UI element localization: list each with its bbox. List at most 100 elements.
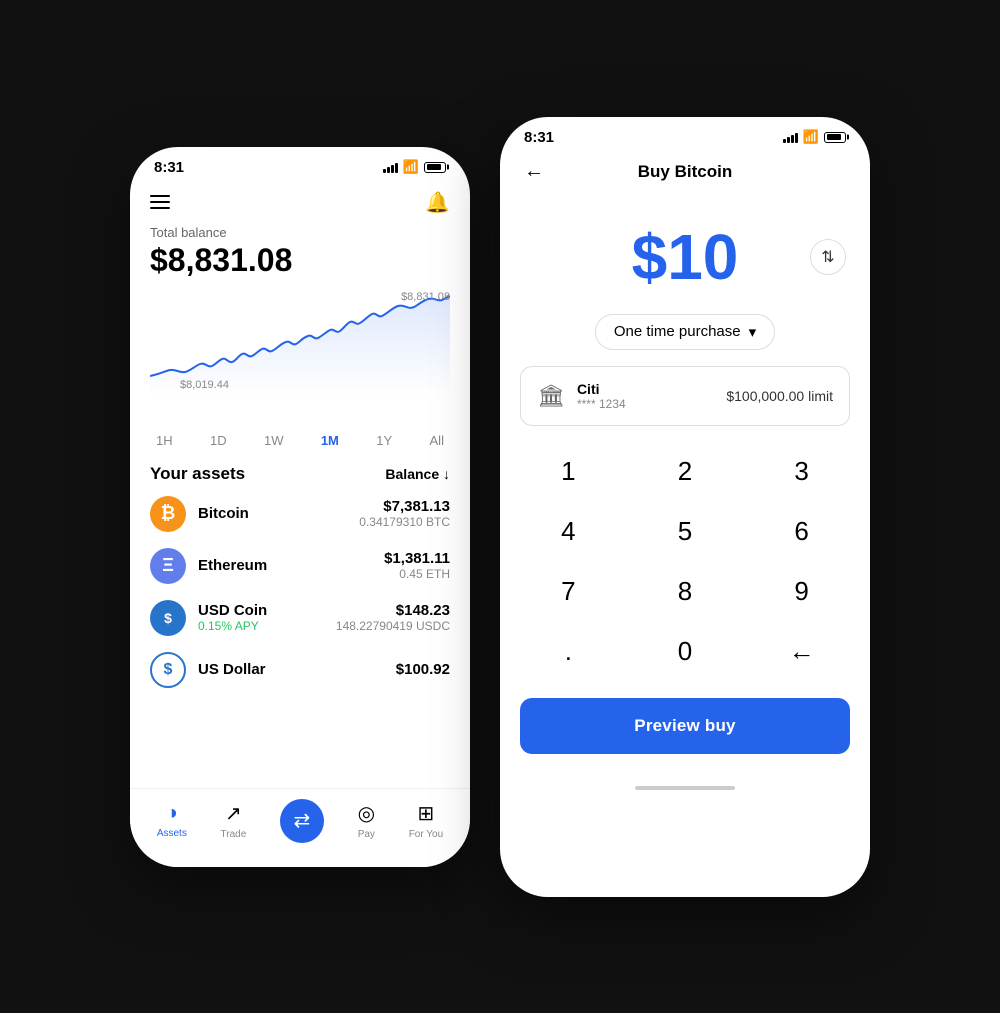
numpad-6[interactable]: 6 bbox=[743, 502, 860, 562]
asset-item-ethereum[interactable]: Ξ Ethereum $1,381.11 0.45 ETH bbox=[150, 548, 450, 584]
time-filter-bar: 1H 1D 1W 1M 1Y All bbox=[150, 427, 450, 464]
numpad-0[interactable]: 0 bbox=[627, 622, 744, 682]
pay-nav-icon: ◎ bbox=[358, 801, 375, 826]
chart-low-label: $8,019.44 bbox=[180, 379, 229, 391]
numpad-decimal[interactable]: . bbox=[510, 622, 627, 682]
portfolio-chart: $8,831.08 $8,019.44 bbox=[150, 291, 450, 421]
nav-pay-center[interactable]: ⇄ bbox=[280, 799, 324, 843]
filter-1h[interactable]: 1H bbox=[150, 431, 179, 450]
usdc-balance: $148.23 148.22790419 USDC bbox=[336, 602, 450, 633]
notification-bell-icon[interactable]: 🔔 bbox=[425, 190, 450, 215]
purchase-type-dropdown[interactable]: One time purchase ▾ bbox=[595, 314, 775, 350]
payment-method-section[interactable]: 🏛 Citi **** 1234 $100,000.00 limit bbox=[520, 366, 850, 426]
nav-pay[interactable]: ◎ Pay bbox=[358, 801, 375, 840]
bank-icon: 🏛 bbox=[537, 383, 565, 409]
chart-high-label: $8,831.08 bbox=[401, 291, 450, 303]
purchase-type-section: One time purchase ▾ bbox=[500, 314, 870, 350]
center-swap-button[interactable]: ⇄ bbox=[280, 799, 324, 843]
payment-limit: $100,000.00 limit bbox=[726, 388, 833, 404]
numpad-8[interactable]: 8 bbox=[627, 562, 744, 622]
usdc-value: $148.23 bbox=[336, 602, 450, 619]
screen-title: Buy Bitcoin bbox=[638, 162, 732, 182]
asset-item-usd[interactable]: $ US Dollar $100.92 bbox=[150, 652, 450, 688]
assets-sort-button[interactable]: Balance ↓ bbox=[385, 466, 450, 482]
right-battery-icon bbox=[824, 132, 846, 143]
right-wifi-icon: 📶 bbox=[803, 129, 819, 145]
nav-trade[interactable]: ↗ Trade bbox=[221, 801, 247, 840]
amount-display: $10 bbox=[632, 220, 739, 294]
right-status-icons: 📶 bbox=[783, 129, 846, 145]
amount-section: $10 ⇅ bbox=[500, 196, 870, 314]
nav-assets[interactable]: ◑ Assets bbox=[157, 802, 187, 839]
filter-1y[interactable]: 1Y bbox=[370, 431, 398, 450]
numpad: 1 2 3 4 5 6 7 8 9 . 0 ← bbox=[510, 442, 860, 682]
total-balance-value: $8,831.08 bbox=[150, 242, 450, 279]
payment-info: Citi **** 1234 bbox=[577, 381, 714, 411]
assets-title: Your assets bbox=[150, 464, 245, 484]
ethereum-info: Ethereum bbox=[198, 557, 267, 574]
trade-nav-label: Trade bbox=[221, 829, 247, 840]
usdc-name: USD Coin bbox=[198, 602, 267, 619]
ethereum-value: $1,381.11 bbox=[384, 550, 450, 567]
wifi-icon: 📶 bbox=[403, 159, 419, 175]
right-phone: 8:31 📶 ← Buy Bitcoin $10 ⇅ bbox=[500, 117, 870, 897]
usd-value: $100.92 bbox=[396, 661, 450, 678]
asset-left-bitcoin: ₿ Bitcoin bbox=[150, 496, 249, 532]
payment-bank-name: Citi bbox=[577, 381, 714, 397]
signal-icon bbox=[383, 161, 398, 173]
trade-nav-icon: ↗ bbox=[225, 801, 242, 826]
preview-buy-section: Preview buy bbox=[500, 682, 870, 778]
bitcoin-balance: $7,381.13 0.34179310 BTC bbox=[359, 498, 450, 529]
bottom-nav: ◑ Assets ↗ Trade ⇄ ◎ Pay ⊞ For You bbox=[130, 788, 470, 867]
filter-all[interactable]: All bbox=[424, 431, 450, 450]
battery-icon bbox=[424, 162, 446, 173]
right-top-bar: ← Buy Bitcoin bbox=[500, 152, 870, 196]
ethereum-name: Ethereum bbox=[198, 557, 267, 574]
numpad-backspace[interactable]: ← bbox=[743, 622, 860, 682]
numpad-4[interactable]: 4 bbox=[510, 502, 627, 562]
foryou-nav-label: For You bbox=[409, 829, 443, 840]
menu-icon[interactable] bbox=[150, 195, 170, 209]
asset-item-usdc[interactable]: $ USD Coin 0.15% APY $148.23 148.2279041… bbox=[150, 600, 450, 636]
assets-nav-label: Assets bbox=[157, 828, 187, 839]
ethereum-icon: Ξ bbox=[150, 548, 186, 584]
filter-1d[interactable]: 1D bbox=[204, 431, 233, 450]
back-button[interactable]: ← bbox=[524, 160, 544, 183]
usd-name: US Dollar bbox=[198, 661, 266, 678]
filter-1w[interactable]: 1W bbox=[258, 431, 290, 450]
usd-balance: $100.92 bbox=[396, 661, 450, 678]
bitcoin-value: $7,381.13 bbox=[359, 498, 450, 515]
home-bar bbox=[635, 786, 735, 790]
usd-icon: $ bbox=[150, 652, 186, 688]
numpad-5[interactable]: 5 bbox=[627, 502, 744, 562]
purchase-type-chevron-icon: ▾ bbox=[749, 323, 757, 341]
left-status-bar: 8:31 📶 bbox=[130, 147, 470, 182]
payment-account-number: **** 1234 bbox=[577, 397, 714, 411]
left-status-time: 8:31 bbox=[154, 159, 184, 176]
numpad-1[interactable]: 1 bbox=[510, 442, 627, 502]
usdc-amount: 148.22790419 USDC bbox=[336, 619, 450, 633]
numpad-9[interactable]: 9 bbox=[743, 562, 860, 622]
filter-1m[interactable]: 1M bbox=[315, 431, 345, 450]
preview-buy-button[interactable]: Preview buy bbox=[520, 698, 850, 754]
total-balance-label: Total balance bbox=[150, 225, 450, 240]
usd-info: US Dollar bbox=[198, 661, 266, 678]
assets-header: Your assets Balance ↓ bbox=[150, 464, 450, 484]
numpad-3[interactable]: 3 bbox=[743, 442, 860, 502]
right-status-bar: 8:31 📶 bbox=[500, 117, 870, 152]
bitcoin-amount: 0.34179310 BTC bbox=[359, 515, 450, 529]
ethereum-balance: $1,381.11 0.45 ETH bbox=[384, 550, 450, 581]
left-phone: 8:31 📶 🔔 Total bal bbox=[130, 147, 470, 867]
asset-item-bitcoin[interactable]: ₿ Bitcoin $7,381.13 0.34179310 BTC bbox=[150, 496, 450, 532]
numpad-7[interactable]: 7 bbox=[510, 562, 627, 622]
bitcoin-info: Bitcoin bbox=[198, 505, 249, 522]
right-status-time: 8:31 bbox=[524, 129, 554, 146]
usdc-icon: $ bbox=[150, 600, 186, 636]
numpad-2[interactable]: 2 bbox=[627, 442, 744, 502]
left-top-bar: 🔔 bbox=[130, 182, 470, 225]
right-signal-icon bbox=[783, 131, 798, 143]
convert-button[interactable]: ⇅ bbox=[810, 239, 846, 275]
bitcoin-icon: ₿ bbox=[150, 496, 186, 532]
left-status-icons: 📶 bbox=[383, 159, 446, 175]
nav-for-you[interactable]: ⊞ For You bbox=[409, 801, 443, 840]
